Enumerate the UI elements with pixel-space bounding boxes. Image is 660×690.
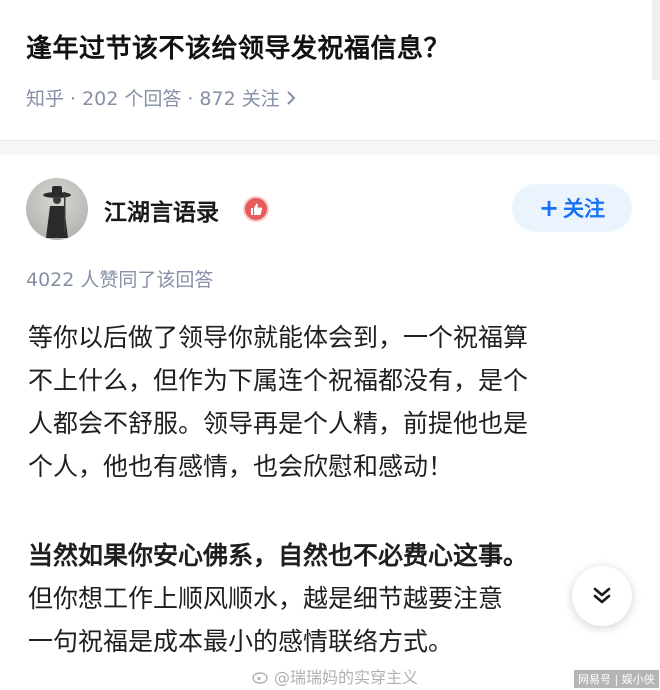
thumb-badge-icon bbox=[243, 196, 269, 222]
double-chevron-down-icon bbox=[593, 587, 611, 604]
author-name[interactable]: 江湖言语录 bbox=[104, 193, 219, 227]
scroll-down-button[interactable] bbox=[572, 566, 632, 626]
text-line-bold: 当然如果你安心佛系，自然也不必费心这事。 bbox=[28, 541, 529, 570]
text-line: 一句祝福是成本最小的感情联络方式。 bbox=[28, 627, 454, 656]
question-header: 逢年过节该不该给领导发祝福信息？ 知乎 · 202 个回答 · 872 关注 bbox=[0, 0, 660, 140]
answer-count: 202 个回答 bbox=[82, 88, 182, 110]
author-avatar[interactable] bbox=[26, 178, 88, 240]
answer-paragraph-1: 等你以后做了领导你就能体会到，一个祝福算 不上什么，但作为下属连个祝福都没有，是… bbox=[28, 316, 628, 488]
scrollbar-track[interactable] bbox=[652, 0, 660, 80]
avatar-figure-icon bbox=[43, 186, 71, 238]
answer-paragraph-2: 当然如果你安心佛系，自然也不必费心这事。 但你想工作上顺风顺水，越是细节越要注意… bbox=[28, 534, 628, 663]
weibo-icon bbox=[252, 669, 270, 688]
corner-watermark: 网易号 | 娱小侠 bbox=[574, 670, 659, 688]
agree-count: 4022 人赞同了该回答 bbox=[26, 269, 214, 291]
text-line: 等你以后做了领导你就能体会到，一个祝福算 bbox=[28, 323, 529, 352]
follow-button[interactable]: + 关注 bbox=[512, 184, 632, 232]
follow-label: 关注 bbox=[563, 197, 606, 221]
section-divider bbox=[0, 140, 660, 155]
text-line: 人都会不舒服。领导再是个人精，前提他也是 bbox=[28, 409, 529, 438]
follower-count: 872 关注 bbox=[199, 88, 280, 110]
question-title[interactable]: 逢年过节该不该给领导发祝福信息？ bbox=[26, 28, 450, 65]
watermark-text: @瑞瑞妈的实穿主义 bbox=[274, 668, 419, 687]
chevron-right-icon[interactable] bbox=[286, 89, 296, 110]
question-meta[interactable]: 知乎 · 202 个回答 · 872 关注 bbox=[26, 84, 296, 111]
text-line: 但你想工作上顺风顺水，越是细节越要注意 bbox=[28, 584, 504, 613]
watermark: @瑞瑞妈的实穿主义 bbox=[252, 664, 418, 688]
text-line: 不上什么，但作为下属连个祝福都没有，是个 bbox=[28, 366, 529, 395]
meta-dot: · bbox=[187, 88, 194, 110]
meta-dot: · bbox=[70, 88, 77, 110]
plus-icon: + bbox=[538, 194, 560, 222]
source-label: 知乎 bbox=[26, 88, 65, 110]
text-line: 个人，他也有感情，也会欣慰和感动！ bbox=[28, 452, 454, 481]
